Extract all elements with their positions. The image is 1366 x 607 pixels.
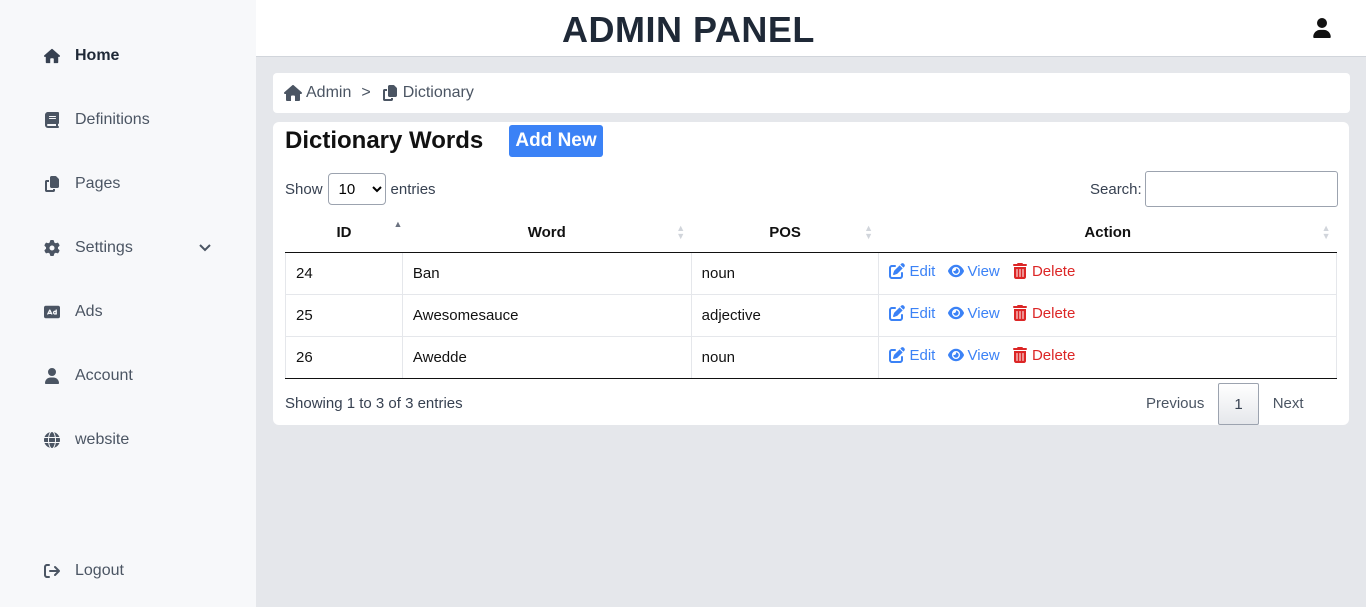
sidebar-item-label: Home: [75, 47, 120, 64]
card-title: Dictionary Words: [285, 127, 484, 154]
home-icon: [43, 47, 61, 65]
sidebar-item-label: Ads: [75, 303, 103, 320]
table-row: 26 Awedde noun Edit View Delete: [285, 335, 1337, 379]
breadcrumb-separator: >: [361, 84, 371, 101]
sidebar-item-label: Settings: [75, 239, 133, 256]
edit-button[interactable]: Edit: [889, 263, 935, 280]
cell-word: Awedde: [401, 335, 692, 379]
edit-icon: [889, 263, 906, 280]
sidebar-item-pages[interactable]: Pages: [43, 172, 120, 196]
cell-actions: Edit View Delete: [878, 293, 1337, 337]
column-header-pos[interactable]: POS ▲ ▼: [691, 214, 879, 253]
delete-button[interactable]: Delete: [1012, 347, 1075, 364]
cell-pos: adjective: [690, 293, 880, 337]
user-icon: [43, 367, 61, 385]
sidebar-item-label: Definitions: [75, 111, 150, 128]
table-info: Showing 1 to 3 of 3 entries: [285, 395, 463, 412]
cell-id: 26: [285, 335, 403, 379]
edit-icon: [889, 347, 906, 364]
cell-word: Ban: [401, 251, 692, 295]
home-icon: [284, 85, 302, 101]
page-1-button[interactable]: 1: [1218, 383, 1259, 425]
sidebar-item-ads[interactable]: Ads: [43, 300, 103, 324]
pagination: Previous 1 Next: [1132, 383, 1318, 425]
dictionary-card: Dictionary Words Add New Show 10 entries…: [273, 122, 1349, 425]
user-icon: [1313, 18, 1331, 38]
breadcrumb-dictionary-label: Dictionary: [402, 84, 474, 101]
breadcrumb-admin-label: Admin: [306, 84, 352, 101]
trash-icon: [1012, 347, 1027, 364]
eye-icon: [947, 265, 964, 278]
sidebar-item-label: Account: [75, 367, 133, 384]
table-header-row: ID ▲ Word ▲ ▼ POS ▲ ▼ Action ▲ ▼: [285, 214, 1337, 253]
user-menu-button[interactable]: [1313, 18, 1333, 38]
sort-asc-icon: ▲: [393, 219, 403, 229]
cell-id: 24: [285, 251, 403, 295]
show-label: Show: [285, 180, 323, 198]
copy-icon: [43, 175, 61, 193]
search-control: Search:: [1090, 171, 1338, 207]
table-row: 25 Awesomesauce adjective Edit View Dele…: [285, 293, 1337, 337]
sidebar-item-account[interactable]: Account: [43, 364, 133, 388]
edit-icon: [889, 305, 906, 322]
globe-icon: [43, 431, 61, 449]
breadcrumb-admin[interactable]: Admin: [284, 84, 351, 102]
page-title: ADMIN PANEL: [562, 9, 815, 50]
cell-actions: Edit View Delete: [878, 335, 1337, 379]
ad-icon: [43, 303, 61, 321]
gear-icon: [43, 239, 61, 257]
sidebar-item-home[interactable]: Home: [43, 44, 119, 68]
column-header-word[interactable]: Word ▲ ▼: [402, 214, 692, 253]
add-new-button[interactable]: Add New: [509, 125, 603, 157]
sidebar-item-label: website: [75, 431, 130, 448]
cell-id: 25: [285, 293, 403, 337]
view-button[interactable]: View: [947, 347, 1000, 364]
eye-icon: [947, 349, 964, 362]
edit-button[interactable]: Edit: [889, 347, 935, 364]
previous-page-button[interactable]: Previous: [1132, 383, 1218, 425]
search-input[interactable]: [1144, 171, 1338, 207]
sidebar-item-label: Pages: [75, 175, 121, 192]
sort-icon: ▲ ▼: [1321, 223, 1331, 241]
sort-icon: ▲ ▼: [864, 223, 873, 241]
cell-actions: Edit View Delete: [878, 251, 1337, 295]
edit-button[interactable]: Edit: [889, 305, 935, 322]
sidebar: Home Definitions Pages Settings Ads Acco…: [0, 0, 256, 607]
column-header-id[interactable]: ID ▲: [285, 214, 403, 253]
book-icon: [43, 111, 61, 129]
table-row: 24 Ban noun Edit View Delete: [285, 251, 1337, 295]
sign-out-icon: [43, 562, 61, 580]
delete-button[interactable]: Delete: [1012, 305, 1075, 322]
cell-word: Awesomesauce: [401, 293, 692, 337]
sidebar-item-label: Logout: [75, 562, 124, 579]
sidebar-item-settings[interactable]: Settings: [43, 236, 218, 260]
search-label: Search:: [1090, 180, 1142, 198]
entries-label: entries: [390, 180, 436, 198]
cell-pos: noun: [690, 335, 880, 379]
sort-icon: ▲ ▼: [676, 223, 686, 241]
next-page-button[interactable]: Next: [1259, 383, 1318, 425]
entries-length-select[interactable]: 10: [327, 173, 386, 205]
trash-icon: [1012, 263, 1027, 280]
top-header: ADMIN PANEL: [256, 0, 1366, 57]
entries-length-control: Show 10 entries: [285, 173, 436, 205]
eye-icon: [947, 307, 964, 320]
view-button[interactable]: View: [947, 305, 1000, 322]
delete-button[interactable]: Delete: [1012, 263, 1075, 280]
sidebar-item-logout[interactable]: Logout: [43, 559, 124, 583]
cell-pos: noun: [690, 251, 880, 295]
column-header-action[interactable]: Action ▲ ▼: [878, 214, 1337, 253]
view-button[interactable]: View: [947, 263, 1000, 280]
breadcrumb: Admin > Dictionary: [273, 73, 1350, 113]
copy-icon: [382, 85, 397, 101]
sidebar-item-website[interactable]: website: [43, 428, 129, 452]
sidebar-item-definitions[interactable]: Definitions: [43, 108, 150, 132]
trash-icon: [1012, 305, 1027, 322]
dictionary-table: ID ▲ Word ▲ ▼ POS ▲ ▼ Action ▲ ▼ 24 Ban noun Ed…: [285, 214, 1337, 379]
chevron-down-icon[interactable]: [198, 241, 212, 255]
breadcrumb-dictionary[interactable]: Dictionary: [381, 84, 474, 102]
